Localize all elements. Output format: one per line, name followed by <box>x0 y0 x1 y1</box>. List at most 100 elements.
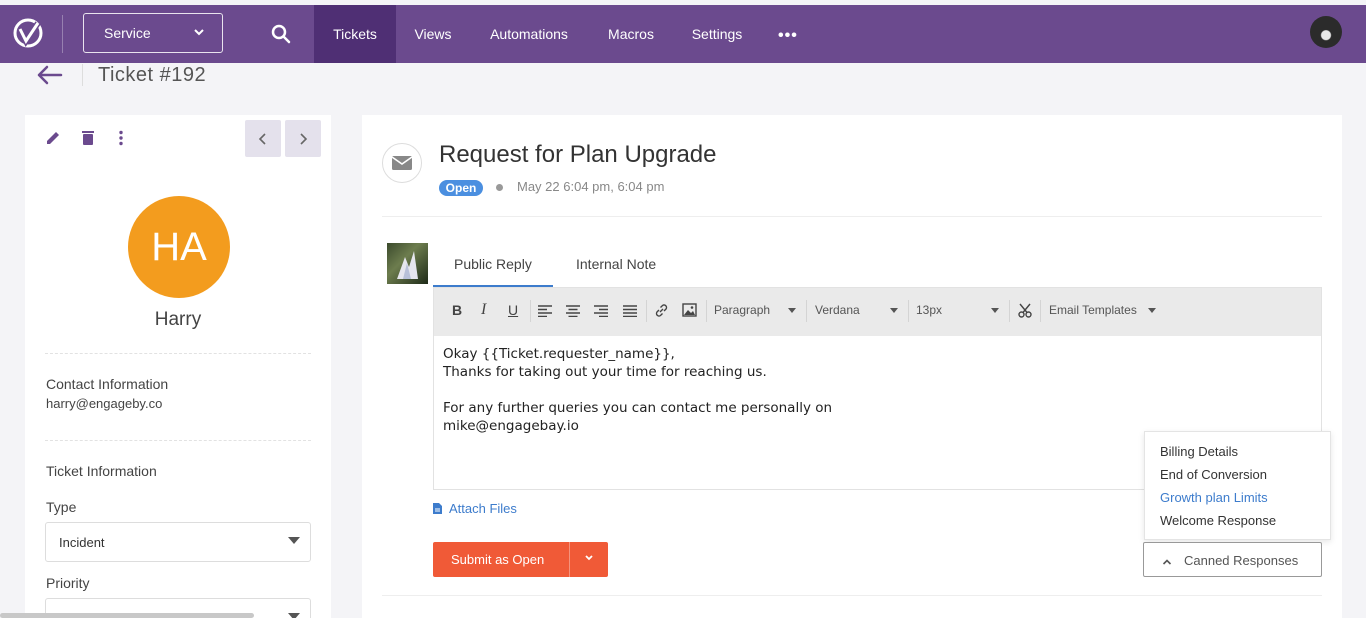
editor-line: Okay {{Ticket.requester_name}}, <box>443 346 675 362</box>
toolbar-divider <box>646 300 647 322</box>
horizontal-scrollbar[interactable] <box>0 613 254 618</box>
paragraph-dropdown[interactable]: Paragraph <box>714 303 770 317</box>
breadcrumb-divider <box>82 64 83 86</box>
caret-down-icon <box>288 613 300 618</box>
more-icon[interactable]: ••• <box>778 27 798 45</box>
back-arrow-icon[interactable] <box>34 63 64 87</box>
nav-tab-label: Macros <box>608 26 654 42</box>
underline-button[interactable]: U <box>508 302 518 318</box>
nav-tab-macros[interactable]: Macros <box>596 5 666 63</box>
contact-info-label: Contact Information <box>46 376 169 392</box>
nav-tab-label: Settings <box>691 26 743 42</box>
bold-button[interactable]: B <box>452 302 462 318</box>
type-select[interactable]: Incident <box>45 522 311 562</box>
chevron-up-icon <box>1162 555 1172 565</box>
caret-down-icon <box>890 308 898 313</box>
nav-tab-settings[interactable]: Settings <box>682 5 752 63</box>
divider <box>45 440 311 441</box>
attach-files-label: Attach Files <box>449 501 517 516</box>
align-justify-icon[interactable] <box>623 304 637 320</box>
divider <box>45 353 311 354</box>
app-logo-icon[interactable] <box>12 17 44 49</box>
envelope-icon <box>382 143 422 183</box>
trash-icon[interactable] <box>79 129 97 147</box>
nav-tab-views[interactable]: Views <box>402 5 464 63</box>
canned-item-end-of-conversion[interactable]: End of Conversion <box>1160 467 1267 482</box>
contact-avatar: HA <box>128 196 230 298</box>
caret-down-icon <box>288 537 300 544</box>
divider <box>382 216 1322 217</box>
user-avatar[interactable] <box>1310 16 1342 48</box>
toolbar-divider <box>1009 300 1010 322</box>
prev-ticket-button[interactable] <box>245 120 281 157</box>
editor-line: mike@engagebay.io <box>443 418 579 434</box>
edit-icon[interactable] <box>44 129 62 147</box>
priority-label: Priority <box>46 575 90 591</box>
file-icon <box>433 503 442 514</box>
nav-tab-label: Tickets <box>333 26 377 42</box>
editor-line: Thanks for taking out your time for reac… <box>443 364 767 380</box>
contact-sidebar: HA Harry Contact Information harry@engag… <box>25 115 331 618</box>
canned-item-welcome-response[interactable]: Welcome Response <box>1160 513 1276 528</box>
font-size-dropdown[interactable]: 13px <box>916 303 942 317</box>
editor-line: For any further queries you can contact … <box>443 400 833 416</box>
contact-name: Harry <box>154 309 202 330</box>
nav-tab-tickets[interactable]: Tickets <box>314 5 396 63</box>
divider <box>382 595 1322 596</box>
service-selector[interactable]: Service <box>83 13 223 53</box>
chevron-left-icon <box>258 132 266 145</box>
contact-email: harry@engageby.co <box>46 396 163 411</box>
toolbar-divider <box>1040 300 1041 322</box>
nav-tab-label: Automations <box>490 26 568 42</box>
canned-item-billing-details[interactable]: Billing Details <box>1160 444 1238 459</box>
toolbar-divider <box>806 300 807 322</box>
chevron-right-icon <box>300 132 308 145</box>
italic-button[interactable]: I <box>481 301 486 319</box>
toolbar-divider <box>530 300 531 322</box>
email-templates-dropdown[interactable]: Email Templates <box>1049 303 1137 317</box>
page-title: Ticket #192 <box>98 64 207 86</box>
align-center-icon[interactable] <box>566 304 580 320</box>
separator-dot <box>496 184 503 191</box>
tab-public-reply[interactable]: Public Reply <box>454 256 532 272</box>
editor-content[interactable]: Okay {{Ticket.requester_name}}, Thanks fo… <box>443 345 832 435</box>
image-icon[interactable] <box>682 303 697 320</box>
caret-down-icon <box>991 308 999 313</box>
submit-button[interactable]: Submit as Open <box>433 542 608 577</box>
editor-toolbar: B I U Paragraph Verdana 13px Email Templ… <box>434 288 1321 336</box>
agent-avatar <box>387 243 428 284</box>
canned-responses-label: Canned Responses <box>1184 553 1299 568</box>
nav-tab-automations[interactable]: Automations <box>478 5 580 63</box>
canned-responses-button[interactable]: Canned Responses <box>1143 542 1322 577</box>
caret-down-icon <box>788 308 796 313</box>
service-selector-label: Service <box>104 25 151 41</box>
top-nav-bar: Service Tickets Views Automations Macros… <box>0 5 1366 63</box>
toolbar-divider <box>908 300 909 322</box>
font-family-dropdown[interactable]: Verdana <box>815 303 860 317</box>
search-icon[interactable] <box>270 23 292 45</box>
clear-format-icon[interactable] <box>1018 303 1032 321</box>
submit-divider <box>569 542 570 577</box>
nav-divider <box>62 15 63 53</box>
link-icon[interactable] <box>654 303 669 321</box>
nav-tab-label: Views <box>414 26 452 42</box>
canned-item-growth-plan-limits[interactable]: Growth plan Limits <box>1160 490 1268 505</box>
submit-button-label: Submit as Open <box>451 552 545 567</box>
align-left-icon[interactable] <box>538 304 552 320</box>
chevron-down-icon[interactable] <box>583 551 595 563</box>
attach-files-link[interactable]: Attach Files <box>433 501 517 516</box>
type-label: Type <box>46 499 77 515</box>
chevron-down-icon <box>194 27 204 39</box>
ticket-info-label: Ticket Information <box>46 463 157 479</box>
more-vertical-icon[interactable] <box>112 129 130 147</box>
caret-down-icon <box>1148 308 1156 313</box>
status-badge: Open <box>439 180 483 196</box>
next-ticket-button[interactable] <box>285 120 321 157</box>
align-right-icon[interactable] <box>594 304 608 320</box>
toolbar-divider <box>706 300 707 322</box>
ticket-timestamp: May 22 6:04 pm, 6:04 pm <box>517 179 665 194</box>
ticket-subject: Request for Plan Upgrade <box>439 141 717 168</box>
tab-internal-note[interactable]: Internal Note <box>576 256 656 272</box>
canned-responses-menu: Billing Details End of Conversion Growth… <box>1144 431 1331 540</box>
